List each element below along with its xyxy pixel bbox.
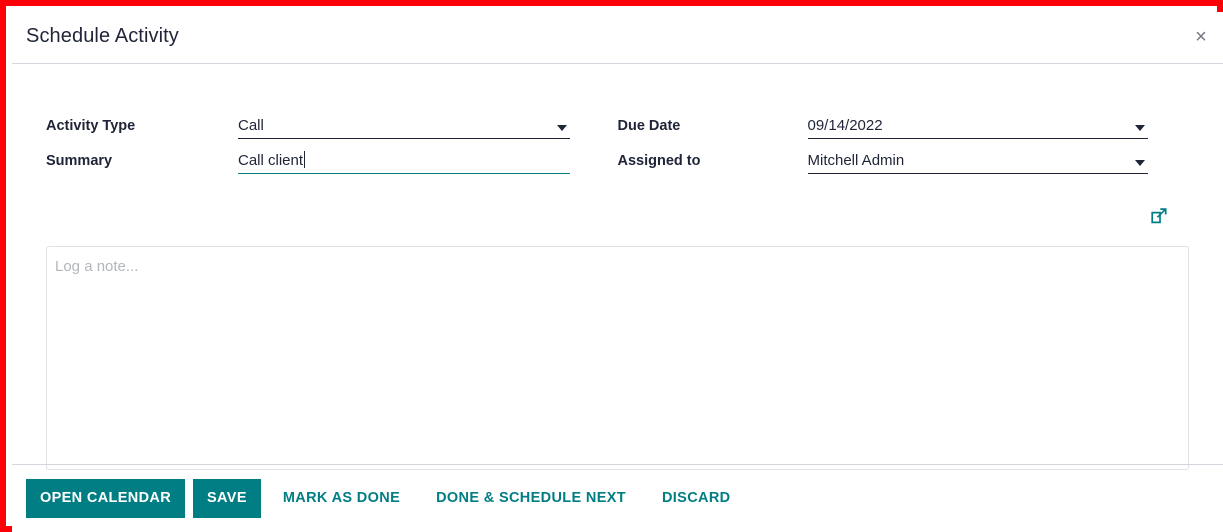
field-activity-type: Activity Type Call	[46, 104, 618, 139]
text-caret-icon	[304, 151, 306, 168]
dialog-footer: OPEN CALENDAR SAVE MARK AS DONE DONE & S…	[12, 464, 1223, 532]
mark-as-done-button[interactable]: MARK AS DONE	[269, 479, 414, 518]
dialog-header: Schedule Activity ×	[12, 12, 1223, 64]
page-title: Schedule Activity	[26, 25, 179, 47]
form-column-right: Due Date 09/14/2022 Assigned to Mitchell…	[618, 104, 1223, 174]
field-due-date: Due Date 09/14/2022	[618, 104, 1223, 139]
form-column-left: Activity Type Call Summary Call client	[12, 104, 618, 174]
chevron-down-icon	[1134, 125, 1145, 131]
open-calendar-button[interactable]: OPEN CALENDAR	[26, 479, 186, 518]
field-underline-focused	[238, 173, 570, 174]
activity-type-label: Activity Type	[46, 118, 136, 134]
assigned-to-value: Mitchell Admin	[807, 152, 905, 169]
assigned-to-label: Assigned to	[617, 153, 701, 169]
summary-value-wrap: Call client	[238, 151, 331, 174]
log-note-placeholder: Log a note...	[55, 258, 139, 275]
external-link-icon[interactable]	[1149, 206, 1169, 226]
dialog-body: Activity Type Call Summary Call client D…	[12, 64, 1223, 470]
field-underline	[807, 173, 1148, 174]
due-date-input[interactable]: 09/14/2022	[807, 112, 1148, 139]
chevron-down-icon	[557, 125, 567, 131]
due-date-value: 09/14/2022	[807, 117, 883, 134]
field-underline	[238, 138, 570, 139]
summary-input[interactable]: Call client	[238, 147, 570, 174]
save-button[interactable]: SAVE	[193, 479, 261, 518]
activity-type-select[interactable]: Call	[238, 112, 570, 139]
chevron-down-icon	[1134, 160, 1145, 166]
activity-type-value: Call	[238, 117, 264, 134]
close-icon[interactable]: ×	[1187, 23, 1215, 51]
field-assigned-to: Assigned to Mitchell Admin	[618, 139, 1223, 174]
schedule-activity-dialog: Schedule Activity × Activity Type Call S…	[12, 12, 1223, 532]
red-highlight-frame: Schedule Activity × Activity Type Call S…	[0, 0, 1223, 532]
due-date-label: Due Date	[617, 118, 681, 134]
summary-label: Summary	[46, 153, 113, 169]
form-fields: Activity Type Call Summary Call client D…	[12, 104, 1223, 174]
assigned-to-select[interactable]: Mitchell Admin	[807, 147, 1148, 174]
done-and-schedule-next-button[interactable]: DONE & SCHEDULE NEXT	[422, 479, 640, 518]
discard-button[interactable]: DISCARD	[648, 479, 745, 518]
field-underline	[807, 138, 1148, 139]
summary-value: Call client	[238, 152, 304, 169]
field-summary: Summary Call client	[46, 139, 618, 174]
log-note-textarea[interactable]: Log a note...	[46, 246, 1189, 470]
